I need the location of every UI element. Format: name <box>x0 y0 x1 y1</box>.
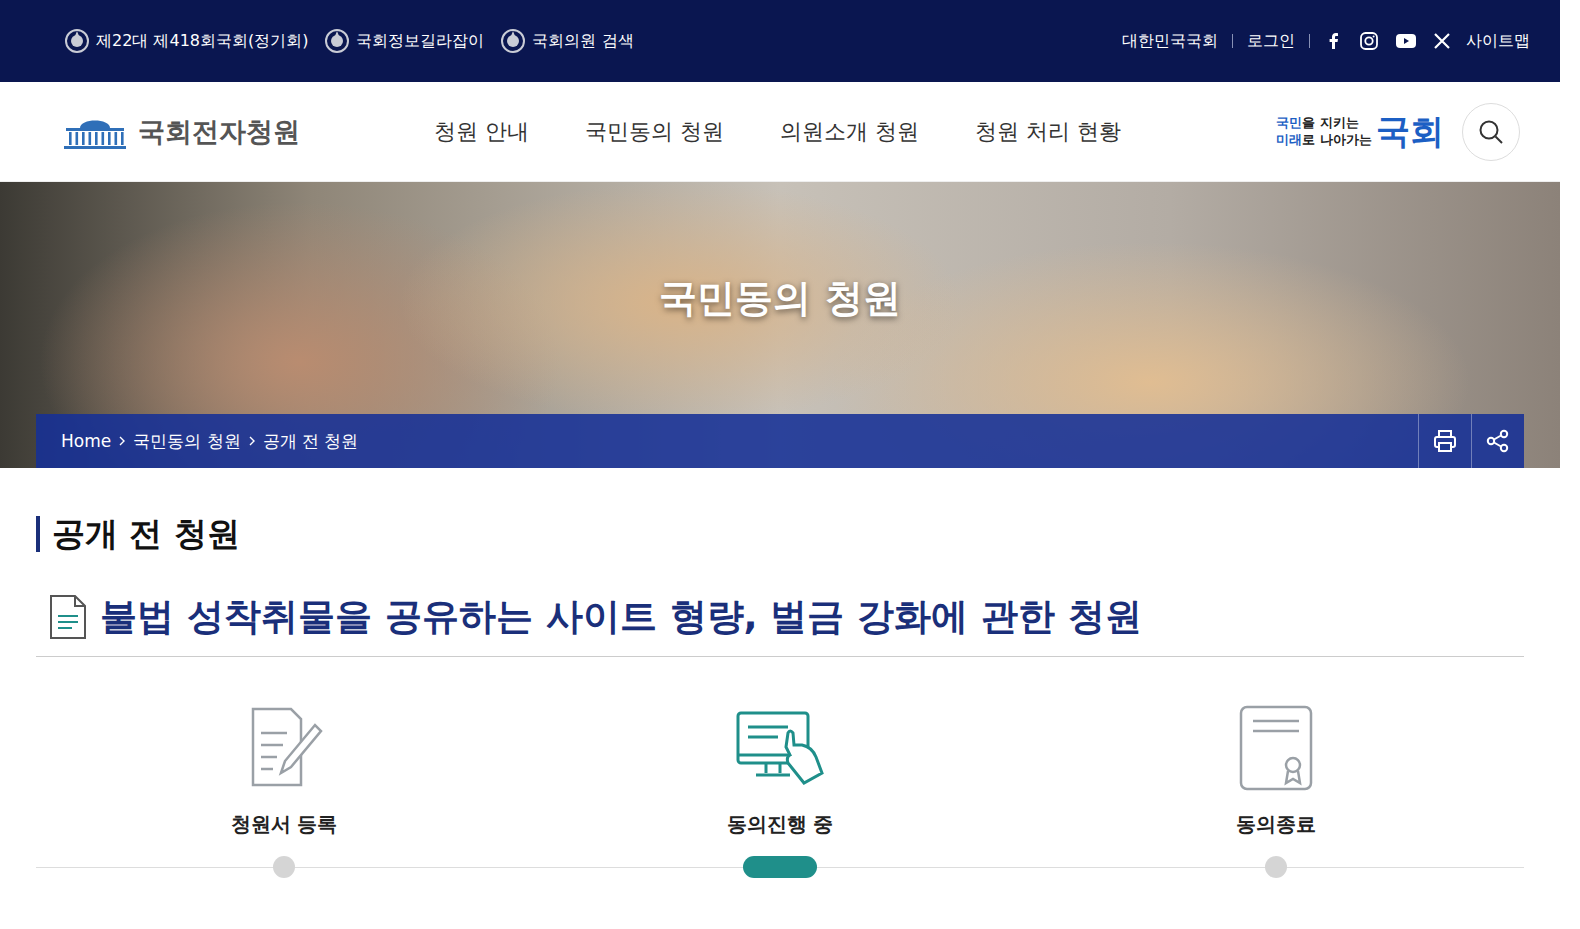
hero-title: 국민동의 청원 <box>659 273 900 324</box>
emblem-icon <box>500 28 526 54</box>
nav-item[interactable]: 국민동의 청원 <box>585 117 724 147</box>
top-link[interactable]: 국회정보길라잡이 <box>324 28 484 54</box>
header: 국회전자청원청원 안내 국민동의 청원 의원소개 청원 청원 처리 현황 국민을 지키는… <box>0 82 1560 182</box>
petition-title: 불법 성착취물을 공유하는 사이트 형량, 벌금 강화에 관한 청원 <box>36 592 1524 657</box>
chevron-icon <box>247 435 257 447</box>
section-title: 공개 전 청원 <box>36 516 1524 552</box>
certificate-icon <box>1231 703 1321 793</box>
x-icon[interactable] <box>1432 31 1452 51</box>
content: 공개 전 청원불법 성착취물을 공유하는 사이트 형량, 벌금 강화에 관한 청… <box>36 516 1524 880</box>
step-label: 동의진행 중 <box>727 811 834 838</box>
top-bar: 제22대 제418회국회(정기회) 국회정보길라잡이 국회의원 검색 대한민국국회 로그… <box>0 0 1560 82</box>
step-label: 청원서 등록 <box>231 811 338 838</box>
emblem-icon <box>64 28 90 54</box>
document-icon <box>48 594 88 640</box>
breadcrumb-item[interactable]: 공개 전 청원 <box>263 430 359 453</box>
separator <box>1309 34 1310 48</box>
top-link[interactable]: 제22대 제418회국회(정기회) <box>64 28 308 54</box>
main-nav: 청원 안내 국민동의 청원 의원소개 청원 청원 처리 현황 <box>434 117 1276 147</box>
slogan: 국민을 지키는미래로 나아가는국회 <box>1276 109 1444 155</box>
share-icon <box>1485 428 1511 454</box>
logo[interactable]: 국회전자청원 <box>64 114 434 150</box>
online-consent-icon <box>732 703 828 793</box>
timeline-marker <box>743 856 817 878</box>
search-icon <box>1477 118 1505 146</box>
print-button[interactable] <box>1418 414 1471 468</box>
search-button[interactable] <box>1462 103 1520 161</box>
progress-step: 동의진행 중 <box>532 703 1028 838</box>
print-icon <box>1432 428 1458 454</box>
timeline-marker <box>1265 856 1287 878</box>
breadcrumb-item[interactable]: 국민동의 청원 <box>133 430 240 453</box>
page: 제22대 제418회국회(정기회) 국회정보길라잡이 국회의원 검색 대한민국국회 로그… <box>0 0 1560 880</box>
timeline-marker <box>273 856 295 878</box>
nav-item[interactable]: 청원 안내 <box>434 117 529 147</box>
sitemap-link[interactable]: 사이트맵 <box>1466 31 1530 52</box>
instagram-icon[interactable] <box>1358 30 1380 52</box>
share-button[interactable] <box>1471 414 1524 468</box>
nav-item[interactable]: 의원소개 청원 <box>780 117 919 147</box>
step-label: 동의종료 <box>1236 811 1316 838</box>
separator <box>1232 34 1233 48</box>
top-right-link[interactable]: 대한민국국회 <box>1122 31 1218 52</box>
timeline <box>36 854 1524 880</box>
chevron-icon <box>117 435 127 447</box>
nav-item[interactable]: 청원 처리 현황 <box>975 117 1121 147</box>
hero: 국민동의 청원Home국민동의 청원공개 전 청원 <box>0 182 1560 468</box>
progress-steps: 청원서 등록 동의진행 중 동의종료 <box>36 657 1524 838</box>
top-link[interactable]: 국회의원 검색 <box>500 28 633 54</box>
facebook-icon[interactable] <box>1324 31 1344 51</box>
progress-step: 청원서 등록 <box>36 703 532 838</box>
breadcrumb-item[interactable]: Home <box>61 431 111 451</box>
emblem-icon <box>324 28 350 54</box>
youtube-icon[interactable] <box>1394 30 1418 52</box>
assembly-building-icon <box>64 114 126 150</box>
petition-write-icon <box>239 703 329 793</box>
progress-step: 동의종료 <box>1028 703 1524 838</box>
breadcrumb-bar: Home 국민동의 청원 공개 전 청원 <box>36 414 1524 468</box>
top-right-link[interactable]: 로그인 <box>1247 31 1295 52</box>
